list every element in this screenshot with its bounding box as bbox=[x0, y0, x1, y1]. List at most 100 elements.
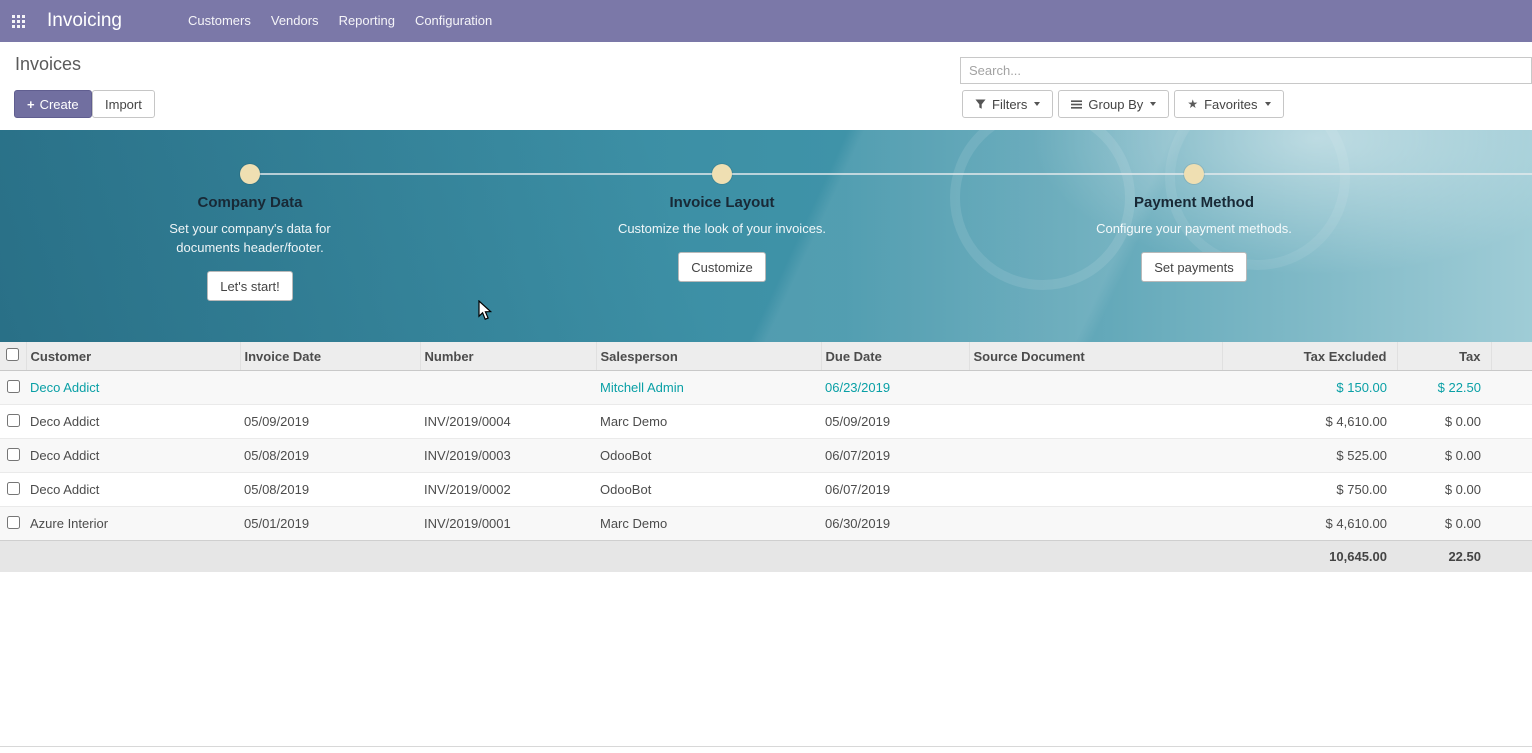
group-by-dropdown-button[interactable]: Group By bbox=[1058, 90, 1169, 118]
row-select-cell bbox=[0, 405, 26, 439]
group-by-label: Group By bbox=[1088, 97, 1143, 112]
table-header-row: Customer Invoice Date Number Salesperson… bbox=[0, 342, 1532, 371]
header-tax[interactable]: Tax bbox=[1397, 342, 1491, 371]
cell-due-date[interactable]: 06/07/2019 bbox=[821, 473, 969, 507]
cell-spacer bbox=[1491, 405, 1532, 439]
cell-spacer bbox=[1491, 371, 1532, 405]
cell-salesperson[interactable]: OdooBot bbox=[596, 473, 821, 507]
row-select-checkbox[interactable] bbox=[7, 414, 20, 427]
cell-invoice-date[interactable]: 05/08/2019 bbox=[240, 439, 420, 473]
cell-number[interactable]: INV/2019/0003 bbox=[420, 439, 596, 473]
cell-tax-excluded[interactable]: $ 750.00 bbox=[1222, 473, 1397, 507]
onboarding-step-payment-method: Payment Method Configure your payment me… bbox=[1044, 194, 1344, 282]
nav-menu-configuration[interactable]: Configuration bbox=[405, 0, 502, 42]
row-select-checkbox[interactable] bbox=[7, 380, 20, 393]
cell-invoice-date[interactable]: 05/01/2019 bbox=[240, 507, 420, 541]
select-all-checkbox[interactable] bbox=[6, 348, 19, 361]
cell-source-document[interactable] bbox=[969, 473, 1222, 507]
header-tax-excluded[interactable]: Tax Excluded bbox=[1222, 342, 1397, 371]
cell-tax[interactable]: $ 0.00 bbox=[1397, 507, 1491, 541]
table-row[interactable]: Deco Addict 05/09/2019 INV/2019/0004 Mar… bbox=[0, 405, 1532, 439]
import-button[interactable]: Import bbox=[92, 90, 155, 118]
set-payments-button[interactable]: Set payments bbox=[1141, 252, 1247, 282]
navbar-menus: Customers Vendors Reporting Configuratio… bbox=[178, 0, 502, 42]
cell-salesperson[interactable]: Marc Demo bbox=[596, 507, 821, 541]
table-totals-row: 10,645.00 22.50 bbox=[0, 541, 1532, 573]
nav-menu-reporting[interactable]: Reporting bbox=[329, 0, 405, 42]
cell-invoice-date[interactable]: 05/08/2019 bbox=[240, 473, 420, 507]
step-title: Invoice Layout bbox=[572, 194, 872, 211]
cell-salesperson[interactable]: OdooBot bbox=[596, 439, 821, 473]
cell-tax-excluded[interactable]: $ 525.00 bbox=[1222, 439, 1397, 473]
app-title[interactable]: Invoicing bbox=[47, 10, 122, 32]
filters-dropdown-button[interactable]: Filters bbox=[962, 90, 1053, 118]
create-button[interactable]: + Create bbox=[14, 90, 92, 118]
breadcrumb-title[interactable]: Invoices bbox=[15, 54, 81, 75]
header-number[interactable]: Number bbox=[420, 342, 596, 371]
cell-customer[interactable]: Azure Interior bbox=[26, 507, 240, 541]
cell-source-document[interactable] bbox=[969, 439, 1222, 473]
step-description: Customize the look of your invoices. bbox=[616, 219, 828, 238]
totals-spacer bbox=[0, 541, 1222, 573]
cell-due-date[interactable]: 06/30/2019 bbox=[821, 507, 969, 541]
cell-source-document[interactable] bbox=[969, 507, 1222, 541]
cell-customer[interactable]: Deco Addict bbox=[26, 439, 240, 473]
filter-funnel-icon bbox=[975, 99, 986, 110]
onboarding-step-company-data: Company Data Set your company's data for… bbox=[100, 194, 400, 301]
table-row[interactable]: Deco Addict Mitchell Admin 06/23/2019 $ … bbox=[0, 371, 1532, 405]
cell-invoice-date[interactable]: 05/09/2019 bbox=[240, 405, 420, 439]
cell-tax[interactable]: $ 0.00 bbox=[1397, 405, 1491, 439]
favorites-dropdown-button[interactable]: ★ Favorites bbox=[1174, 90, 1283, 118]
step-title: Company Data bbox=[100, 194, 400, 211]
row-select-cell bbox=[0, 439, 26, 473]
search-input[interactable] bbox=[960, 57, 1532, 84]
onboarding-timeline bbox=[250, 173, 1532, 175]
cell-tax-excluded[interactable]: $ 4,610.00 bbox=[1222, 507, 1397, 541]
row-select-checkbox[interactable] bbox=[7, 482, 20, 495]
cell-source-document[interactable] bbox=[969, 405, 1222, 439]
nav-menu-vendors[interactable]: Vendors bbox=[261, 0, 329, 42]
cell-number[interactable] bbox=[420, 371, 596, 405]
cell-number[interactable]: INV/2019/0002 bbox=[420, 473, 596, 507]
header-invoice-date[interactable]: Invoice Date bbox=[240, 342, 420, 371]
header-customer[interactable]: Customer bbox=[26, 342, 240, 371]
filters-label: Filters bbox=[992, 97, 1027, 112]
table-row[interactable]: Deco Addict 05/08/2019 INV/2019/0003 Odo… bbox=[0, 439, 1532, 473]
cell-salesperson[interactable]: Mitchell Admin bbox=[596, 371, 821, 405]
import-button-label: Import bbox=[105, 97, 142, 112]
row-select-cell bbox=[0, 473, 26, 507]
cell-tax[interactable]: $ 22.50 bbox=[1397, 371, 1491, 405]
table-row[interactable]: Azure Interior 05/01/2019 INV/2019/0001 … bbox=[0, 507, 1532, 541]
apps-grid-icon[interactable] bbox=[12, 15, 25, 28]
row-select-checkbox[interactable] bbox=[7, 516, 20, 529]
cell-due-date[interactable]: 06/07/2019 bbox=[821, 439, 969, 473]
cell-salesperson[interactable]: Marc Demo bbox=[596, 405, 821, 439]
invoices-table: Customer Invoice Date Number Salesperson… bbox=[0, 342, 1532, 572]
cell-tax-excluded[interactable]: $ 150.00 bbox=[1222, 371, 1397, 405]
table-row[interactable]: Deco Addict 05/08/2019 INV/2019/0002 Odo… bbox=[0, 473, 1532, 507]
cell-tax[interactable]: $ 0.00 bbox=[1397, 439, 1491, 473]
cell-invoice-date[interactable] bbox=[240, 371, 420, 405]
cell-tax[interactable]: $ 0.00 bbox=[1397, 473, 1491, 507]
cell-source-document[interactable] bbox=[969, 371, 1222, 405]
cell-customer[interactable]: Deco Addict bbox=[26, 405, 240, 439]
cell-customer[interactable]: Deco Addict bbox=[26, 371, 240, 405]
cell-due-date[interactable]: 05/09/2019 bbox=[821, 405, 969, 439]
create-button-label: Create bbox=[40, 97, 79, 112]
cell-number[interactable]: INV/2019/0004 bbox=[420, 405, 596, 439]
cell-customer[interactable]: Deco Addict bbox=[26, 473, 240, 507]
cell-due-date[interactable]: 06/23/2019 bbox=[821, 371, 969, 405]
header-source-document[interactable]: Source Document bbox=[969, 342, 1222, 371]
row-select-cell bbox=[0, 371, 26, 405]
filters-caret-icon bbox=[1034, 102, 1040, 106]
cell-tax-excluded[interactable]: $ 4,610.00 bbox=[1222, 405, 1397, 439]
onboarding-step-dot bbox=[1184, 164, 1204, 184]
cell-number[interactable]: INV/2019/0001 bbox=[420, 507, 596, 541]
lets-start-button[interactable]: Let's start! bbox=[207, 271, 293, 301]
nav-menu-customers[interactable]: Customers bbox=[178, 0, 261, 42]
create-plus-icon: + bbox=[27, 97, 35, 112]
customize-button[interactable]: Customize bbox=[678, 252, 765, 282]
row-select-checkbox[interactable] bbox=[7, 448, 20, 461]
header-salesperson[interactable]: Salesperson bbox=[596, 342, 821, 371]
header-due-date[interactable]: Due Date bbox=[821, 342, 969, 371]
